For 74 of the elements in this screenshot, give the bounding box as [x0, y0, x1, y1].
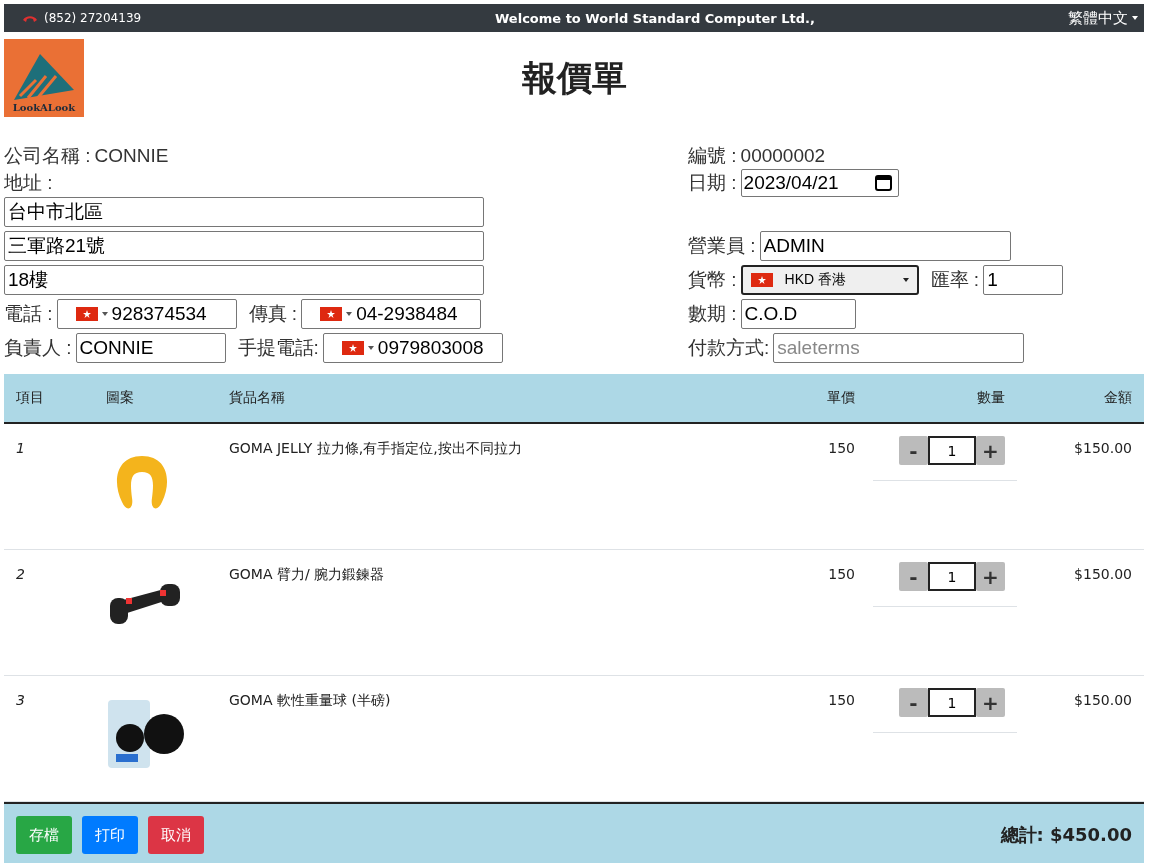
field-label: 貨幣 : [688, 268, 737, 292]
quantity-field[interactable]: 1 [928, 688, 976, 717]
currency-dropdown[interactable]: HKD 香港 [740, 265, 919, 295]
table-cell-text: 1 [15, 440, 26, 456]
company-name: CONNIE [94, 145, 169, 167]
welcome-text: Welcome to World Standard Computer Ltd., [494, 10, 816, 26]
minus-button[interactable]: - [899, 436, 928, 465]
language-dropdown[interactable]: 繁體中文 [1068, 8, 1138, 28]
plus-button[interactable]: + [976, 436, 1005, 465]
input-field[interactable]: 1 [983, 265, 1064, 295]
flag-icon [320, 307, 343, 321]
field-label: 日期 : [688, 170, 737, 195]
plus-button[interactable]: + [976, 688, 1005, 717]
field-label: 地址 : [4, 170, 53, 195]
minus-button[interactable]: - [899, 562, 928, 591]
phone-field[interactable]: 04-2938484 [301, 299, 482, 329]
column-header: 金額 [1103, 389, 1133, 407]
table-cell-text: $150.00 [1073, 440, 1133, 456]
column-header: 數量 [976, 389, 1006, 407]
address-field[interactable]: 台中市北區 [4, 197, 484, 227]
column-header: 單價 [826, 389, 856, 407]
caret-icon [101, 312, 108, 316]
minus-button[interactable]: - [899, 688, 928, 717]
input-field[interactable]: CONNIE [75, 333, 226, 363]
logo-text: LookALook [12, 102, 76, 113]
action-button[interactable]: 取消 [148, 816, 204, 854]
address-field[interactable]: 三軍路21號 [4, 231, 484, 261]
table-cell-text: 3 [15, 692, 26, 708]
input-field[interactable]: C.O.D [740, 299, 856, 329]
table-cell-text: $150.00 [1073, 566, 1133, 582]
field-label: 負責人 : [4, 336, 72, 360]
input-field[interactable]: saleterms [773, 333, 1025, 363]
caret-icon [346, 312, 353, 316]
caret-icon [902, 278, 909, 282]
table-cell-text: 150 [827, 440, 856, 456]
field-label: 付款方式: [688, 336, 770, 360]
action-button[interactable]: 打印 [82, 816, 138, 854]
field-label: 公司名稱 : [4, 144, 91, 168]
input-field[interactable]: ADMIN [759, 231, 1011, 261]
quantity-field[interactable]: 1 [928, 436, 976, 465]
page-title: 報價單 [520, 56, 628, 100]
column-header: 項目 [15, 389, 45, 407]
product-name: GOMA 臂力/ 腕力鍛鍊器 [228, 566, 386, 584]
phone-field[interactable]: 928374534 [56, 299, 237, 329]
plus-button[interactable]: + [976, 562, 1005, 591]
caret-icon [367, 346, 374, 350]
field-label: 傳真 : [248, 302, 298, 326]
column-header: 貨品名稱 [228, 389, 286, 407]
phone-number: (852) 27204139 [44, 11, 142, 25]
caret-icon [1132, 16, 1138, 20]
field-label: 數期 : [688, 302, 737, 326]
quote-number: 00000002 [740, 145, 826, 167]
column-header: 圖案 [105, 389, 135, 407]
address-field[interactable]: 18樓 [4, 265, 484, 295]
field-label: 手提電話: [237, 336, 319, 360]
field-label: 匯率 : [930, 268, 980, 292]
phone-field[interactable]: 0979803008 [322, 333, 503, 363]
phone-icon [22, 13, 38, 23]
table-cell-text: 150 [827, 692, 856, 708]
table-cell-text: $150.00 [1073, 692, 1133, 708]
flag-icon [341, 341, 364, 355]
total-text: 總計: $450.00 [1000, 823, 1132, 847]
product-name: GOMA 軟性重量球 (半磅) [228, 692, 392, 710]
field-label: 編號 : [688, 144, 737, 168]
field-label: 營業員 : [688, 234, 756, 258]
flag-icon [750, 273, 773, 287]
product-name: GOMA JELLY 拉力條,有手指定位,按出不同拉力 [228, 440, 523, 458]
field-label: 電話 : [4, 302, 53, 326]
table-cell-text: 2 [15, 566, 26, 582]
date-field[interactable]: 2023/04/21 [740, 168, 899, 197]
table-cell-text: 150 [827, 566, 856, 582]
quantity-field[interactable]: 1 [928, 562, 976, 591]
calendar-icon[interactable] [874, 174, 892, 191]
flag-icon [75, 307, 98, 321]
